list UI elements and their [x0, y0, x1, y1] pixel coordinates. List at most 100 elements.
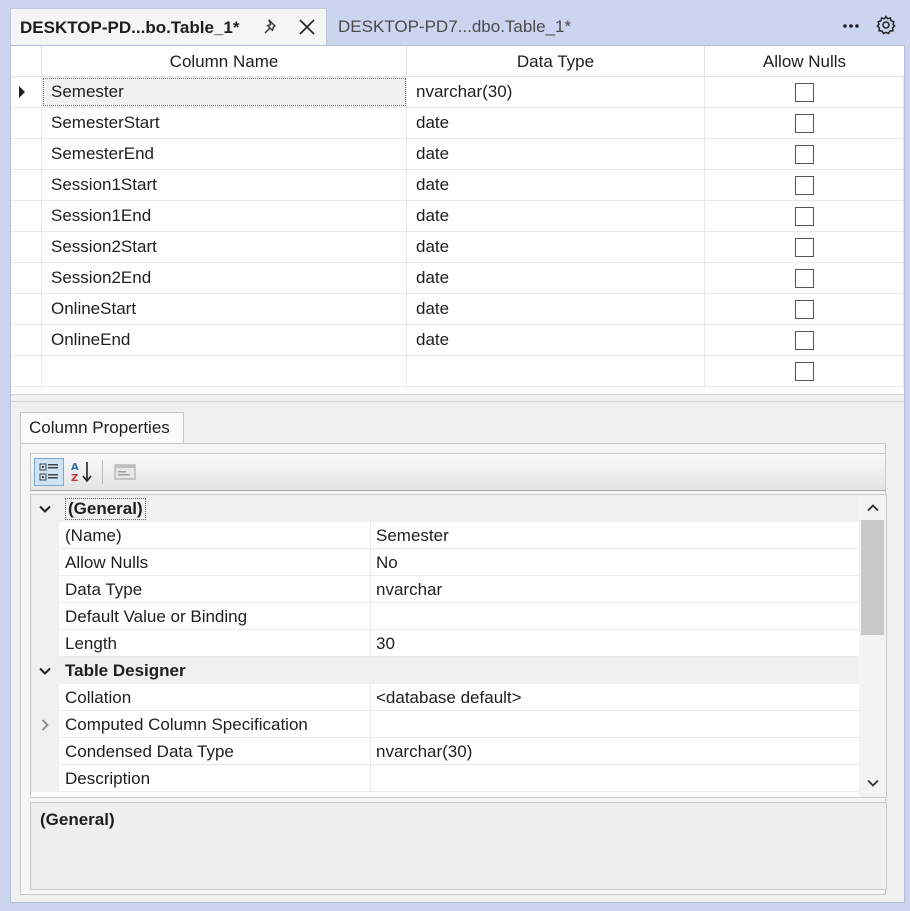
sort-az-icon: A Z [71, 462, 92, 484]
property-row[interactable]: Collation <database default> [31, 684, 859, 711]
chevron-up-icon[interactable] [866, 501, 880, 515]
table-row[interactable]: Session2End date [11, 263, 904, 294]
pane-splitter[interactable] [11, 394, 904, 402]
data-type-cell[interactable]: nvarchar(30) [407, 77, 705, 107]
property-name: Allow Nulls [59, 549, 371, 576]
property-value[interactable] [371, 765, 859, 792]
close-icon[interactable] [297, 17, 317, 37]
row-selector[interactable] [11, 139, 42, 169]
alphabetical-button[interactable]: A Z [67, 458, 97, 486]
expand-toggle[interactable] [31, 711, 59, 738]
tab-active-table[interactable]: DESKTOP-PD...bo.Table_1* [10, 8, 327, 46]
property-row[interactable]: Data Type nvarchar [31, 576, 859, 603]
column-name-cell[interactable]: Semester [42, 77, 407, 107]
column-name-cell[interactable]: OnlineStart [42, 294, 407, 324]
row-selector[interactable] [11, 263, 42, 293]
column-name-cell[interactable]: SemesterEnd [42, 139, 407, 169]
row-selector[interactable] [11, 201, 42, 231]
column-name-cell[interactable]: OnlineEnd [42, 325, 407, 355]
data-type-cell[interactable]: date [407, 201, 705, 231]
table-row[interactable]: OnlineEnd date [11, 325, 904, 356]
table-row[interactable]: Semester nvarchar(30) [11, 77, 904, 108]
property-row[interactable]: (Name) Semester [31, 522, 859, 549]
allow-nulls-checkbox[interactable] [794, 144, 814, 164]
data-type-cell[interactable] [407, 356, 705, 386]
table-row[interactable]: OnlineStart date [11, 294, 904, 325]
table-row[interactable]: Session2Start date [11, 232, 904, 263]
property-row[interactable]: Description [31, 765, 859, 792]
property-value[interactable]: nvarchar(30) [371, 738, 859, 765]
allow-nulls-checkbox[interactable] [794, 237, 814, 257]
table-row[interactable]: SemesterEnd date [11, 139, 904, 170]
row-selector[interactable] [11, 356, 42, 386]
allow-nulls-checkbox[interactable] [794, 330, 814, 350]
table-row[interactable]: Session1End date [11, 201, 904, 232]
allow-nulls-checkbox[interactable] [794, 361, 814, 381]
properties-toolbar: A Z [30, 453, 886, 491]
scrollbar-thumb[interactable] [861, 520, 884, 635]
property-value[interactable] [371, 603, 859, 630]
data-type-cell[interactable]: date [407, 232, 705, 262]
more-options-icon[interactable] [838, 16, 864, 36]
property-value[interactable]: 30 [371, 630, 859, 657]
allow-nulls-checkbox[interactable] [794, 113, 814, 133]
property-row[interactable]: Computed Column Specification [31, 711, 859, 738]
allow-nulls-checkbox[interactable] [794, 206, 814, 226]
data-type-cell[interactable]: date [407, 325, 705, 355]
property-row[interactable]: Allow Nulls No [31, 549, 859, 576]
allow-nulls-checkbox[interactable] [794, 268, 814, 288]
property-pages-button[interactable] [110, 458, 140, 486]
data-type-cell[interactable]: date [407, 263, 705, 293]
allow-nulls-checkbox[interactable] [794, 82, 814, 102]
data-type-cell[interactable]: date [407, 108, 705, 138]
categorized-button[interactable] [34, 458, 64, 486]
header-column-name[interactable]: Column Name [42, 46, 407, 77]
allow-nulls-cell [705, 201, 904, 231]
allow-nulls-checkbox[interactable] [794, 299, 814, 319]
table-row[interactable]: Session1Start date [11, 170, 904, 201]
column-name-cell[interactable]: Session2End [42, 263, 407, 293]
data-type-cell[interactable]: date [407, 170, 705, 200]
category-general[interactable]: (General) [31, 495, 859, 522]
table-row-new[interactable] [11, 356, 904, 387]
column-name-cell[interactable] [42, 356, 407, 386]
property-row[interactable]: Condensed Data Type nvarchar(30) [31, 738, 859, 765]
column-name-cell[interactable]: Session2Start [42, 232, 407, 262]
property-value[interactable]: <database default> [371, 684, 859, 711]
column-name-cell[interactable]: Session1End [42, 201, 407, 231]
row-selector[interactable] [11, 232, 42, 262]
allow-nulls-checkbox[interactable] [794, 175, 814, 195]
property-name: Default Value or Binding [59, 603, 371, 630]
tab-inactive-table[interactable]: DESKTOP-PD7...dbo.Table_1* [328, 8, 910, 45]
row-selector[interactable] [11, 77, 42, 107]
row-selector[interactable] [11, 170, 42, 200]
vertical-scrollbar[interactable] [859, 495, 886, 797]
chevron-down-icon[interactable] [866, 776, 880, 790]
column-name-cell[interactable]: Session1Start [42, 170, 407, 200]
row-selector[interactable] [11, 325, 42, 355]
gear-icon[interactable] [875, 14, 897, 36]
header-data-type[interactable]: Data Type [407, 46, 705, 77]
category-table-designer[interactable]: Table Designer [31, 657, 859, 684]
property-name: Condensed Data Type [59, 738, 371, 765]
property-name: Data Type [59, 576, 371, 603]
property-value[interactable]: nvarchar [371, 576, 859, 603]
category-toggle[interactable] [31, 657, 59, 684]
property-name: (Name) [59, 522, 371, 549]
row-selector[interactable] [11, 108, 42, 138]
pin-icon[interactable] [261, 17, 281, 37]
property-value[interactable]: Semester [371, 522, 859, 549]
property-value[interactable]: No [371, 549, 859, 576]
property-row[interactable]: Default Value or Binding [31, 603, 859, 630]
allow-nulls-cell [705, 108, 904, 138]
property-row[interactable]: Length 30 [31, 630, 859, 657]
data-type-cell[interactable]: date [407, 294, 705, 324]
tab-column-properties[interactable]: Column Properties [20, 412, 184, 444]
header-allow-nulls[interactable]: Allow Nulls [705, 46, 904, 77]
row-selector[interactable] [11, 294, 42, 324]
column-name-cell[interactable]: SemesterStart [42, 108, 407, 138]
property-value[interactable] [371, 711, 859, 738]
data-type-cell[interactable]: date [407, 139, 705, 169]
table-row[interactable]: SemesterStart date [11, 108, 904, 139]
category-toggle[interactable] [31, 495, 59, 522]
